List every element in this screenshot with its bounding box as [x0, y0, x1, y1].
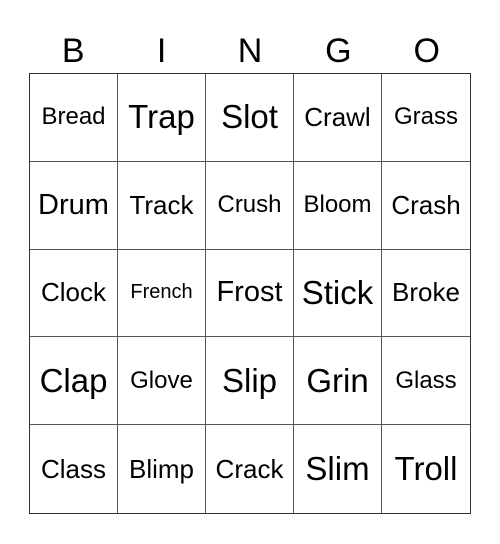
bingo-cell: Troll — [394, 450, 458, 488]
bingo-cell: Drum — [30, 161, 118, 250]
header-letter-i: I — [156, 32, 167, 70]
bingo-cell: Crack — [206, 425, 294, 513]
bingo-cell: Grin — [294, 337, 382, 426]
bingo-cell: Clap — [30, 337, 118, 426]
bingo-cell: Broke — [382, 250, 470, 338]
bingo-cell: Slim — [294, 425, 382, 513]
bingo-cell: Bloom — [294, 161, 382, 250]
header-letter-n: N — [237, 32, 263, 70]
bingo-cell: Blimp — [118, 425, 206, 513]
bingo-cell: French — [118, 249, 206, 338]
header-letter-g: G — [325, 32, 352, 70]
bingo-cell: Bread — [30, 74, 118, 162]
bingo-cell: Crawl — [294, 74, 382, 162]
bingo-cell: Grass — [382, 74, 470, 162]
bingo-cell: Crash — [382, 162, 470, 250]
header-letter-b: B — [61, 32, 85, 70]
bingo-header: B I N G O — [29, 30, 471, 72]
bingo-cell: Clock — [30, 249, 118, 338]
bingo-cell: Class — [30, 425, 118, 513]
bingo-cell: Slot — [206, 74, 294, 162]
bingo-cell: Frost — [206, 249, 294, 338]
bingo-cell: Track — [118, 161, 206, 250]
bingo-cell: Slip — [206, 337, 294, 426]
bingo-grid: Bread Trap Slot Crawl Grass Drum Track C… — [29, 73, 471, 514]
header-letter-o: O — [413, 32, 440, 70]
bingo-cell: Crush — [206, 161, 294, 250]
bingo-cell: Trap — [118, 74, 206, 162]
bingo-cell: Glove — [118, 337, 206, 426]
bingo-cell: Glass — [382, 337, 470, 426]
bingo-cell: Stick — [294, 249, 382, 338]
